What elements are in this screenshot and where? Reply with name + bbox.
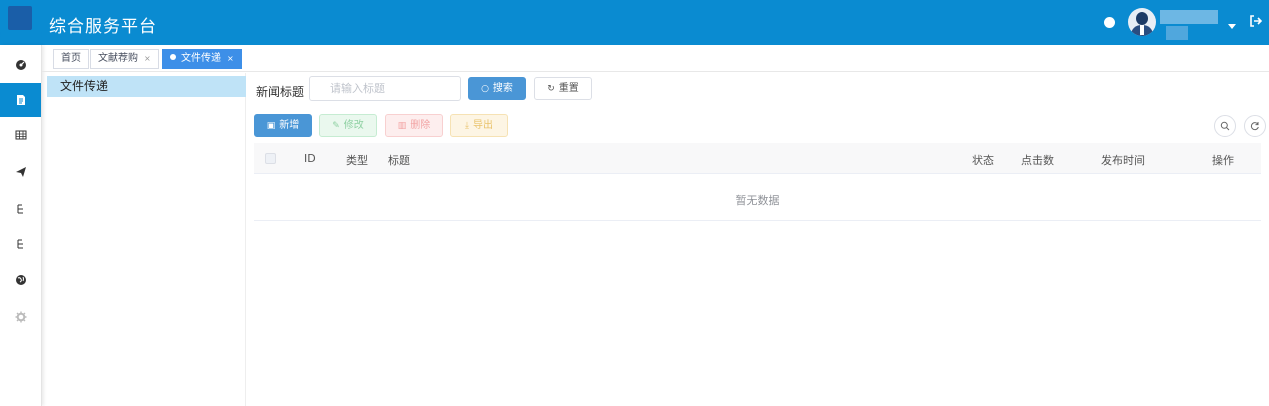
document-icon [16, 95, 25, 105]
column-header-type[interactable]: 类型 [346, 152, 368, 168]
edit-icon: ✎ [332, 121, 340, 131]
select-all-checkbox[interactable] [265, 153, 276, 164]
sidebar [0, 45, 42, 406]
search-label: 新闻标题 [256, 85, 305, 99]
tree-icon [17, 239, 23, 249]
tab-file-delivery[interactable]: 文件传递 × [162, 49, 242, 69]
export-button-label: 导出 [472, 120, 493, 131]
edit-button-label: 修改 [343, 120, 364, 131]
export-button[interactable]: ⤓ 导出 [450, 114, 508, 137]
user-avatar-icon[interactable] [1128, 8, 1156, 36]
close-icon[interactable]: × [144, 54, 151, 63]
caret-down-icon[interactable] [1228, 24, 1236, 29]
search-button[interactable]: ○ 搜索 [468, 77, 526, 100]
column-header-publish-time[interactable]: 发布时间 [1101, 152, 1145, 168]
dashboard-icon [15, 60, 26, 70]
tabs-divider [42, 71, 1269, 72]
search-button-label: 搜索 [492, 83, 513, 94]
add-button-label: 新增 [279, 120, 300, 131]
search-icon: ○ [481, 84, 489, 94]
empty-state-text: 暂无数据 [735, 194, 780, 207]
sidebar-item-dashboard[interactable] [0, 47, 41, 81]
app-logo-icon [8, 6, 32, 30]
trash-icon: ▥ [397, 121, 407, 131]
delete-button[interactable]: ▥ 删除 [385, 114, 443, 137]
close-icon[interactable]: × [227, 54, 234, 63]
add-button[interactable]: ▣ 新增 [254, 114, 312, 137]
logout-icon[interactable] [1249, 14, 1263, 28]
refresh-icon: ↻ [547, 84, 555, 94]
username-redacted-2 [1166, 26, 1188, 40]
column-header-id[interactable]: ID [304, 152, 316, 165]
table-icon [15, 130, 26, 140]
reset-button-label: 重置 [558, 83, 579, 94]
refresh-icon [1250, 122, 1259, 131]
sidebar-item-send[interactable] [0, 155, 41, 189]
table-header: ID 类型 标题 状态 点击数 发布时间 操作 [254, 143, 1261, 174]
tab-home[interactable]: 首页 [53, 49, 89, 69]
reset-button[interactable]: ↻ 重置 [534, 77, 592, 100]
column-header-clicks[interactable]: 点击数 [1021, 152, 1054, 168]
table-empty-row: 暂无数据 [254, 174, 1261, 221]
tree-icon [17, 204, 23, 214]
download-icon: ⤓ [465, 121, 469, 131]
active-dot-icon [170, 54, 176, 60]
refresh-table-button[interactable] [1244, 115, 1266, 137]
sidebar-item-settings[interactable] [0, 300, 41, 334]
search-icon [1220, 121, 1230, 131]
username-redacted [1160, 10, 1218, 24]
delete-button-label: 删除 [410, 120, 431, 131]
add-doc-icon: ▣ [266, 121, 276, 131]
top-header: 综合服务平台 [0, 0, 1269, 48]
app-title: 综合服务平台 [49, 17, 157, 37]
column-header-title[interactable]: 标题 [388, 152, 410, 168]
tab-label: 首页 [61, 53, 81, 64]
sidebar-item-table[interactable] [0, 118, 41, 152]
tab-label: 文件传递 [181, 53, 221, 64]
sidebar-item-documents[interactable] [0, 83, 41, 117]
category-tree: 文件传递 [47, 73, 246, 406]
column-header-status[interactable]: 状态 [972, 152, 994, 168]
toggle-search-button[interactable] [1214, 115, 1236, 137]
tree-node-file-delivery[interactable]: 文件传递 [47, 76, 246, 97]
globe-icon [15, 275, 26, 285]
gear-icon [15, 311, 26, 323]
column-header-actions: 操作 [1212, 154, 1234, 167]
main-content: 新闻标题 ○搜索 ↻重置 ▣新增 ✎修改 ▥删除 ⤓导出 ID 类型 标题 状态… [246, 73, 1269, 406]
tab-label: 文献荐购 [98, 53, 138, 64]
title-search-input[interactable] [309, 76, 461, 101]
sidebar-item-tree-1[interactable] [0, 192, 41, 226]
send-icon [15, 167, 26, 177]
sidebar-item-tree-2[interactable] [0, 227, 41, 261]
edit-button[interactable]: ✎ 修改 [319, 114, 377, 137]
tab-literature[interactable]: 文献荐购 × [90, 49, 159, 69]
sidebar-item-globe[interactable] [0, 263, 41, 297]
notification-dot-icon[interactable] [1104, 17, 1115, 28]
